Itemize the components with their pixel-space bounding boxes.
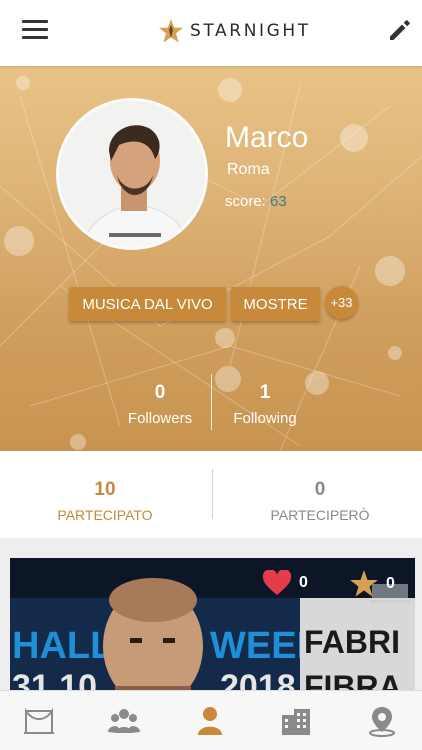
participation-divider <box>212 469 213 519</box>
star-logo-icon <box>159 19 183 43</box>
avatar[interactable] <box>56 98 208 250</box>
heart-icon <box>262 570 292 595</box>
venues-icon[interactable] <box>279 705 313 737</box>
partecipato-count: 10 <box>94 479 116 500</box>
community-icon[interactable] <box>107 705 141 737</box>
parteciperò-label: PARTECIPERÒ <box>270 507 370 523</box>
venue-logo-icon <box>350 570 410 603</box>
map-pin-icon[interactable] <box>365 705 399 737</box>
score-label: score: <box>225 193 266 210</box>
svg-text:HALL: HALL <box>12 625 113 667</box>
events-icon[interactable] <box>22 705 56 737</box>
event-card[interactable]: HALL WEEN 31 10 2018 FABRI FIBRA 0 0 <box>10 558 415 708</box>
tab-partecipato[interactable]: 10 PARTECIPATO <box>15 479 195 523</box>
following-stat[interactable]: 1 Following <box>210 382 320 427</box>
like-button[interactable]: 0 <box>262 570 308 596</box>
profile-city: Roma <box>227 161 270 178</box>
pencil-icon[interactable] <box>386 16 414 44</box>
interest-tag[interactable]: MOSTRE <box>231 287 320 321</box>
tab-parteciperò[interactable]: 0 PARTECIPERÒ <box>230 479 410 523</box>
profile-name: Marco <box>225 121 309 154</box>
partecipato-label: PARTECIPATO <box>57 507 153 523</box>
participation-bar: 10 PARTECIPATO 0 PARTECIPERÒ <box>0 451 422 538</box>
hamburger-icon[interactable] <box>22 20 48 44</box>
app-name: STARNIGHT <box>190 21 311 41</box>
bottom-nav <box>0 690 422 750</box>
following-label: Following <box>233 410 297 427</box>
like-count: 0 <box>299 574 308 591</box>
following-count: 1 <box>259 382 271 403</box>
svg-text:FABRI: FABRI <box>304 624 400 660</box>
app-logo: STARNIGHT <box>158 15 311 47</box>
more-tags-badge[interactable]: +33 <box>325 286 358 319</box>
followers-count: 0 <box>154 382 166 403</box>
venue-count: 0 <box>386 575 395 592</box>
interest-tag[interactable]: MUSICA DAL VIVO <box>69 287 226 321</box>
profile-score: score: 63 <box>225 193 287 210</box>
profile-header: Marco Roma score: 63 MUSICA DAL VIVO MOS… <box>0 66 422 451</box>
followers-label: Followers <box>127 410 193 427</box>
score-value: 63 <box>270 193 287 210</box>
profile-icon[interactable] <box>193 705 227 737</box>
parteciperò-count: 0 <box>314 479 326 500</box>
top-bar: STARNIGHT <box>0 0 422 66</box>
followers-stat[interactable]: 0 Followers <box>105 382 215 427</box>
